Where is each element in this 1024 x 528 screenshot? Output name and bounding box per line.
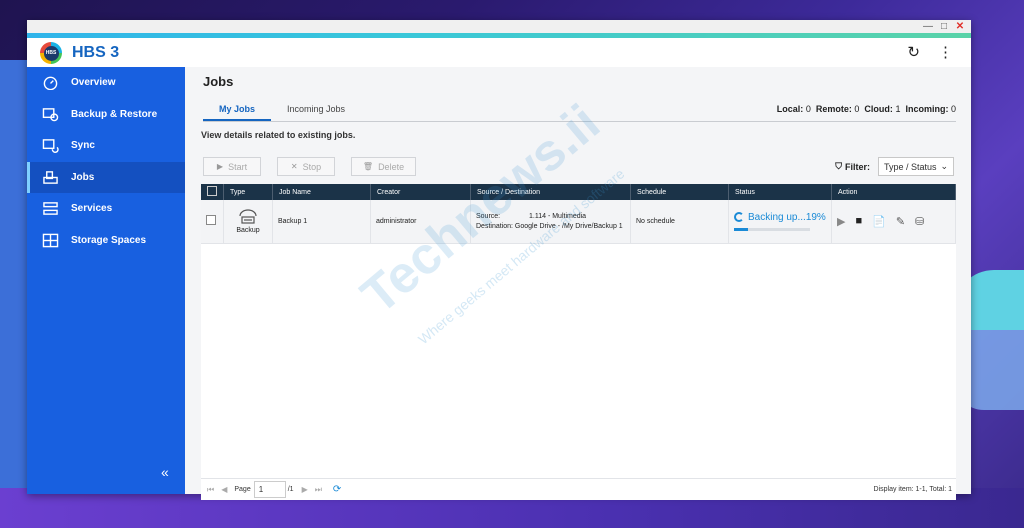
filter: ⛉ Filter: Type / Status ⌄ [835,157,954,176]
sidebar: Overview Backup & Restore Sync Jobs Serv… [27,67,185,494]
sidebar-item-jobs[interactable]: Jobs [27,161,185,193]
tab-my-jobs[interactable]: My Jobs [203,98,272,121]
page-input[interactable]: 1 [253,481,286,498]
storage-icon [41,232,59,248]
row-checkbox[interactable] [206,215,216,226]
edit-icon[interactable]: ✎ [896,215,905,228]
backup-restore-icon [41,106,59,122]
cloud-backup-icon [229,209,267,227]
job-settings-icon[interactable]: ⛁ [915,215,924,228]
stop-button[interactable]: ✕ Stop [277,157,335,176]
display-info: Display item: 1-1, Total: 1 [873,486,952,493]
job-schedule: No schedule [630,200,729,244]
column-header-source-destination[interactable]: Source / Destination [470,184,631,200]
column-header-schedule[interactable]: Schedule [630,184,729,200]
minimize-button[interactable]: — [923,20,933,33]
maximize-button[interactable]: □ [939,20,949,33]
play-icon[interactable]: ▶ [837,215,845,228]
stop-icon[interactable]: ■ [855,215,862,227]
chevron-down-icon: ⌄ [940,161,948,171]
jobs-table: Type Job Name Creator Source / Destinati… [201,184,956,484]
spinner-icon [734,212,744,223]
column-header-creator[interactable]: Creator [370,184,471,200]
first-page-icon[interactable]: ⏮ [207,485,214,495]
tab-bar: My Jobs Incoming Jobs Local: 0 Remote: 0… [203,98,956,122]
delete-button[interactable]: 🗑 Delete [351,157,416,176]
sidebar-item-label: Services [71,203,113,215]
select-all-checkbox[interactable] [207,186,217,196]
column-header-job-name[interactable]: Job Name [272,184,371,200]
job-type: Backup [236,226,260,234]
job-name[interactable]: Backup 1 [272,200,371,244]
sidebar-item-label: Jobs [71,171,95,183]
play-icon: ▶ [216,162,224,171]
job-source-destination: Source: 1.114 - Multimedia Destination: G… [470,200,631,244]
page-title: Jobs [203,74,234,89]
x-icon: ✕ [290,162,298,171]
report-icon[interactable]: 📄 [872,215,886,228]
start-button[interactable]: ▶ Start [203,157,261,176]
sync-icon [41,138,59,154]
table-row[interactable]: Backup Backup 1 administrator Source: 1.1… [201,200,956,244]
tab-incoming-jobs[interactable]: Incoming Jobs [271,98,361,121]
gauge-icon [41,75,59,91]
job-counts: Local: 0 Remote: 0 Cloud: 1 Incoming: 0 [776,104,956,114]
last-page-icon[interactable]: ⏭ [315,485,322,495]
column-header-action: Action [831,184,956,200]
sidebar-item-label: Backup & Restore [71,108,158,120]
filter-icon: ⛉ [835,161,842,171]
sidebar-item-sync[interactable]: Sync [27,130,185,162]
hbs-logo-icon: HBS [40,42,62,64]
prev-page-icon[interactable]: ◀ [221,485,227,494]
next-page-icon[interactable]: ▶ [302,485,308,494]
sidebar-item-label: Sync [71,140,95,152]
column-header-type[interactable]: Type [223,184,273,200]
refresh-icon[interactable]: ↻ [907,43,920,61]
jobs-icon [41,169,59,185]
filter-select[interactable]: Type / Status ⌄ [878,157,954,176]
sidebar-item-overview[interactable]: Overview [27,67,185,99]
sidebar-item-backup-restore[interactable]: Backup & Restore [27,99,185,131]
more-menu-icon[interactable]: ⋮ [938,43,953,61]
sidebar-item-label: Overview [71,77,116,89]
services-icon [41,201,59,217]
sidebar-item-storage-spaces[interactable]: Storage Spaces [27,225,185,257]
title-bar: — □ ✕ [27,20,971,33]
page-description: View details related to existing jobs. [201,130,356,140]
toolbar: ▶ Start ✕ Stop 🗑 Delete [203,157,416,176]
sidebar-item-label: Storage Spaces [71,234,147,246]
app-title: HBS 3 [72,44,120,61]
app-header: HBS HBS 3 ↻ ⋮ [27,38,971,68]
collapse-sidebar-button[interactable]: « [161,464,169,480]
job-status: Backing up...19% [728,200,832,244]
job-creator: administrator [370,200,471,244]
close-button[interactable]: ✕ [955,20,965,33]
main-content: Jobs My Jobs Incoming Jobs Local: 0 Remo… [185,67,971,500]
pagination: ⏮ ◀ Page 1 /1 ▶ ⏭ ⟳ Display item: 1-1, T… [201,478,956,500]
column-header-status[interactable]: Status [728,184,832,200]
sidebar-item-services[interactable]: Services [27,193,185,225]
hbs-window: — □ ✕ HBS HBS 3 ↻ ⋮ Overview Backup & Re… [27,20,971,500]
trash-icon: 🗑 [362,162,374,171]
progress-bar [734,227,810,231]
refresh-icon[interactable]: ⟳ [333,484,341,495]
